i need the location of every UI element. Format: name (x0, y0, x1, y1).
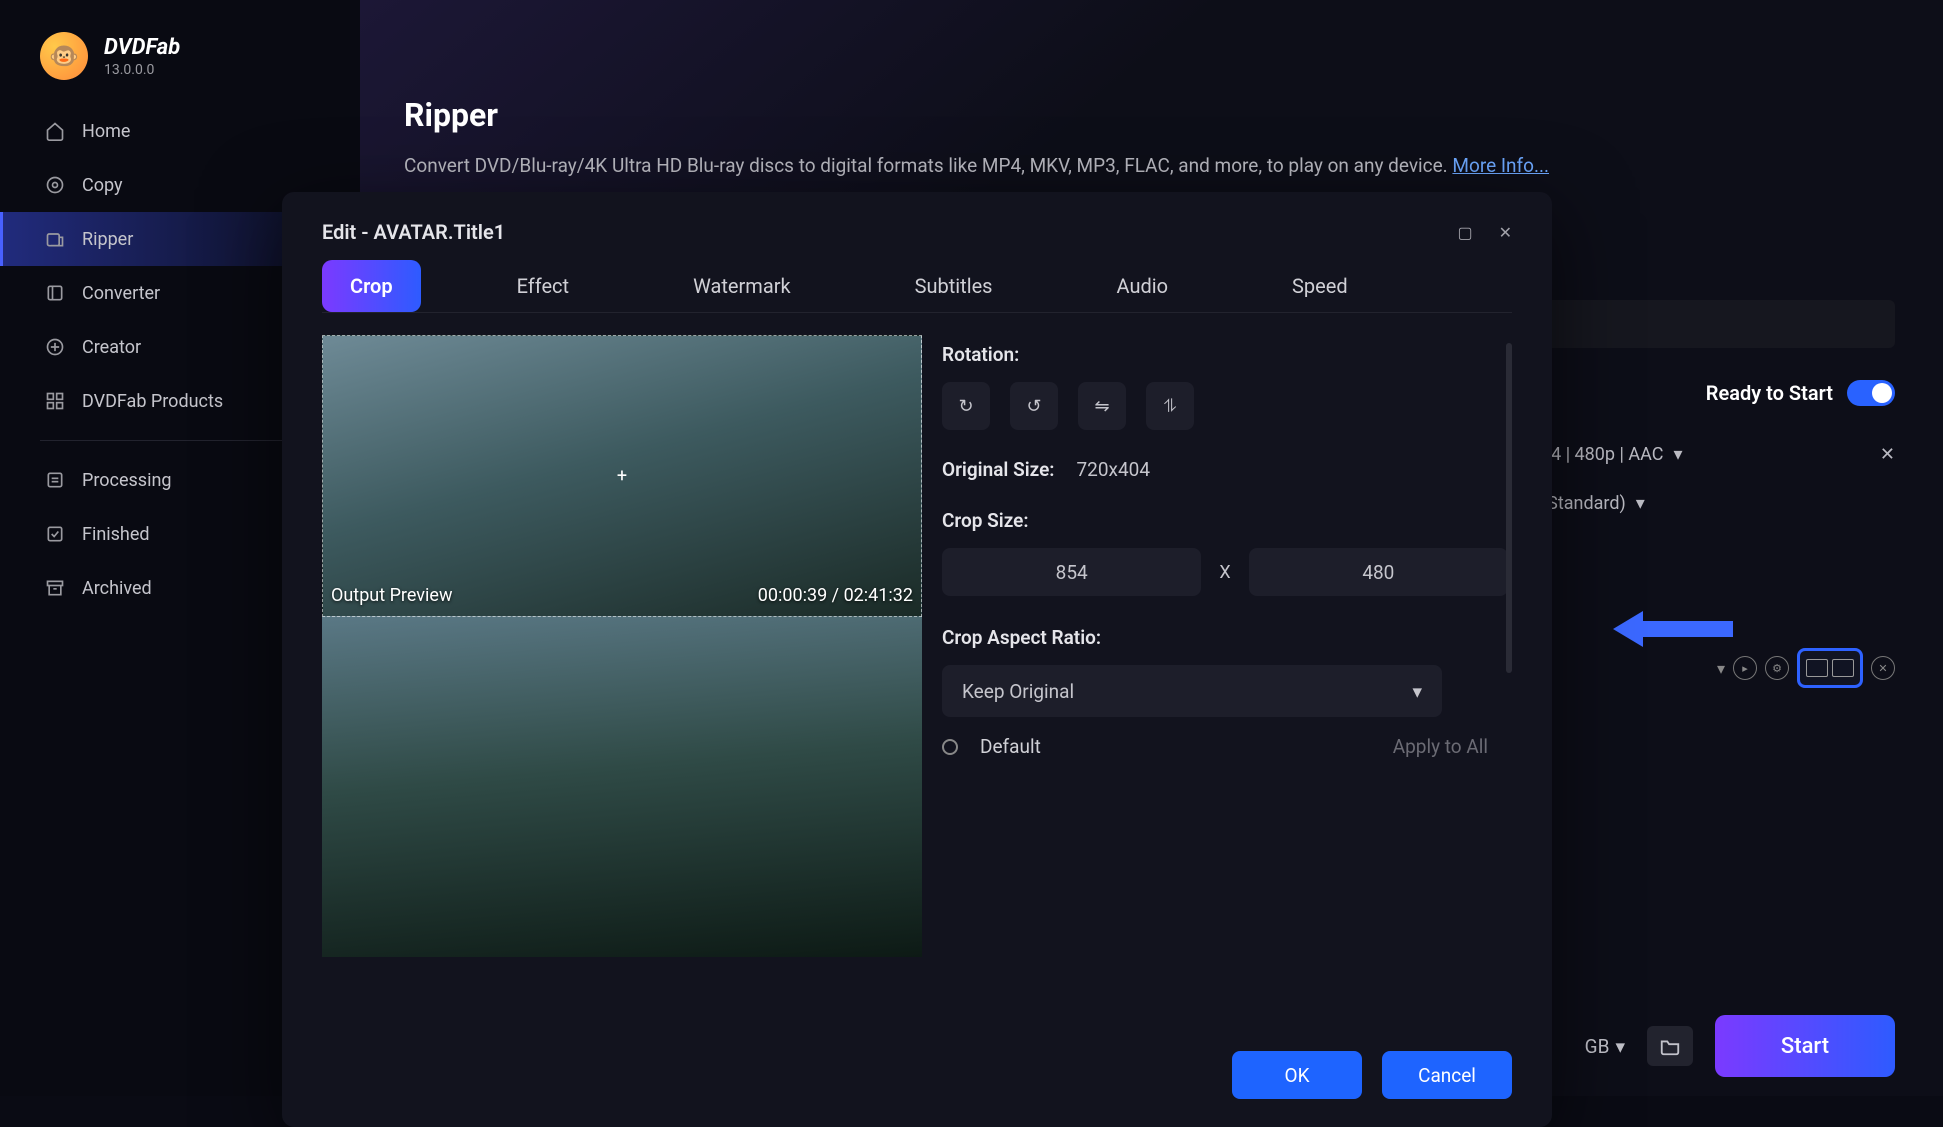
app-logo-icon: 🐵 (40, 32, 88, 80)
task-panel: Ready to Start 64 | 480p | AAC ▾ ✕ (Stan… (1533, 300, 1943, 688)
processing-icon (44, 469, 66, 491)
crop-separator: X (1219, 562, 1230, 583)
cancel-button[interactable]: Cancel (1382, 1051, 1512, 1099)
copy-icon (44, 174, 66, 196)
modal-title: Edit - AVATAR.Title1 (322, 220, 505, 244)
chevron-down-icon: ▾ (1412, 680, 1422, 703)
aspect-ratio-select[interactable]: Keep Original ▾ (942, 665, 1442, 717)
chevron-down-icon: ▾ (1673, 444, 1682, 465)
settings-icon[interactable]: ⚙ (1765, 656, 1789, 680)
ripper-icon (44, 228, 66, 250)
chevron-down-icon: ▾ (1615, 1035, 1625, 1058)
tab-speed[interactable]: Speed (1264, 260, 1376, 312)
tab-subtitles[interactable]: Subtitles (887, 260, 1021, 312)
converter-icon (44, 282, 66, 304)
sidebar-item-label: Creator (82, 337, 141, 358)
preview-time: 00:00:39 / 02:41:32 (758, 585, 913, 606)
start-button[interactable]: Start (1715, 1015, 1895, 1077)
chevron-down-icon[interactable]: ▾ (1717, 659, 1725, 678)
page-description: Convert DVD/Blu-ray/4K Ultra HD Blu-ray … (404, 152, 1899, 181)
crop-height-input[interactable]: 480 (1249, 548, 1508, 596)
callout-arrow-icon (1613, 605, 1733, 653)
ready-label: Ready to Start (1706, 381, 1833, 405)
output-folder-button[interactable] (1647, 1026, 1693, 1066)
page-header: Ripper Convert DVD/Blu-ray/4K Ultra HD B… (360, 0, 1943, 211)
sidebar-item-label: Archived (82, 578, 152, 599)
original-size-value: 720x404 (1077, 458, 1151, 481)
tab-effect[interactable]: Effect (489, 260, 597, 312)
aspect-ratio-label: Crop Aspect Ratio: (942, 626, 1508, 649)
source-preview-frame[interactable] (322, 617, 922, 957)
modal-close-icon[interactable]: ✕ (1499, 223, 1512, 242)
ready-toggle[interactable] (1847, 380, 1895, 406)
tab-audio[interactable]: Audio (1089, 260, 1197, 312)
rotation-label: Rotation: (942, 343, 1508, 366)
crop-width-input[interactable]: 854 (942, 548, 1201, 596)
app-name: DVDFab (104, 35, 180, 60)
sidebar-item-label: Finished (82, 524, 150, 545)
flip-horizontal-button[interactable]: ⇋ (1078, 382, 1126, 430)
sidebar-item-label: Processing (82, 470, 172, 491)
remove-icon[interactable]: ✕ (1880, 444, 1895, 465)
divider (40, 440, 320, 441)
flip-vertical-button[interactable]: ⥮ (1146, 382, 1194, 430)
crop-settings: Rotation: ↻ ↺ ⇋ ⥮ Original Size: 720x404… (938, 335, 1512, 1027)
ok-button[interactable]: OK (1232, 1051, 1362, 1099)
default-radio[interactable] (942, 739, 958, 755)
output-size-chip[interactable]: GB ▾ (1585, 1035, 1625, 1058)
finished-icon (44, 523, 66, 545)
crop-size-label: Crop Size: (942, 509, 1508, 532)
sidebar-item-label: Copy (82, 175, 123, 196)
preview-label: Output Preview (331, 585, 452, 606)
edit-modal: Edit - AVATAR.Title1 ▢ ✕ Crop Effect Wat… (282, 192, 1552, 1127)
archive-icon (44, 577, 66, 599)
apply-to-all-button[interactable]: Apply to All (1393, 735, 1488, 758)
original-size-label: Original Size: (942, 458, 1055, 481)
rotate-cw-button[interactable]: ↻ (942, 382, 990, 430)
quality-row[interactable]: (Standard) ▾ (1533, 479, 1895, 528)
tab-crop[interactable]: Crop (322, 260, 421, 312)
preview-column: Output Preview 00:00:39 / 02:41:32 (322, 335, 922, 1027)
task-bar-placeholder (1533, 300, 1895, 348)
play-icon[interactable]: ▸ (1733, 656, 1757, 680)
creator-icon (44, 336, 66, 358)
app-version: 13.0.0.0 (104, 62, 180, 78)
output-preview-frame[interactable]: Output Preview 00:00:39 / 02:41:32 (322, 335, 922, 617)
sidebar-item-label: DVDFab Products (82, 391, 223, 412)
edit-highlight-button[interactable] (1797, 648, 1863, 688)
sidebar-item-label: Home (82, 121, 130, 142)
page-title: Ripper (404, 96, 1899, 134)
sidebar-item-home[interactable]: Home (0, 104, 360, 158)
format-row[interactable]: 64 | 480p | AAC ▾ ✕ (1533, 430, 1895, 479)
edit-tabs: Crop Effect Watermark Subtitles Audio Sp… (322, 260, 1512, 313)
grid-icon (44, 390, 66, 412)
modal-maximize-icon[interactable]: ▢ (1457, 223, 1472, 242)
scrollbar[interactable] (1506, 343, 1512, 673)
sidebar-item-label: Converter (82, 283, 160, 304)
rotate-ccw-button[interactable]: ↺ (1010, 382, 1058, 430)
chevron-down-icon: ▾ (1636, 493, 1645, 514)
sidebar-item-label: Ripper (82, 229, 133, 250)
default-label: Default (980, 735, 1041, 758)
tab-watermark[interactable]: Watermark (665, 260, 819, 312)
cancel-icon[interactable]: ✕ (1871, 656, 1895, 680)
logo-block: 🐵 DVDFab 13.0.0.0 (0, 24, 360, 104)
more-info-link[interactable]: More Info... (1452, 154, 1549, 177)
home-icon (44, 120, 66, 142)
